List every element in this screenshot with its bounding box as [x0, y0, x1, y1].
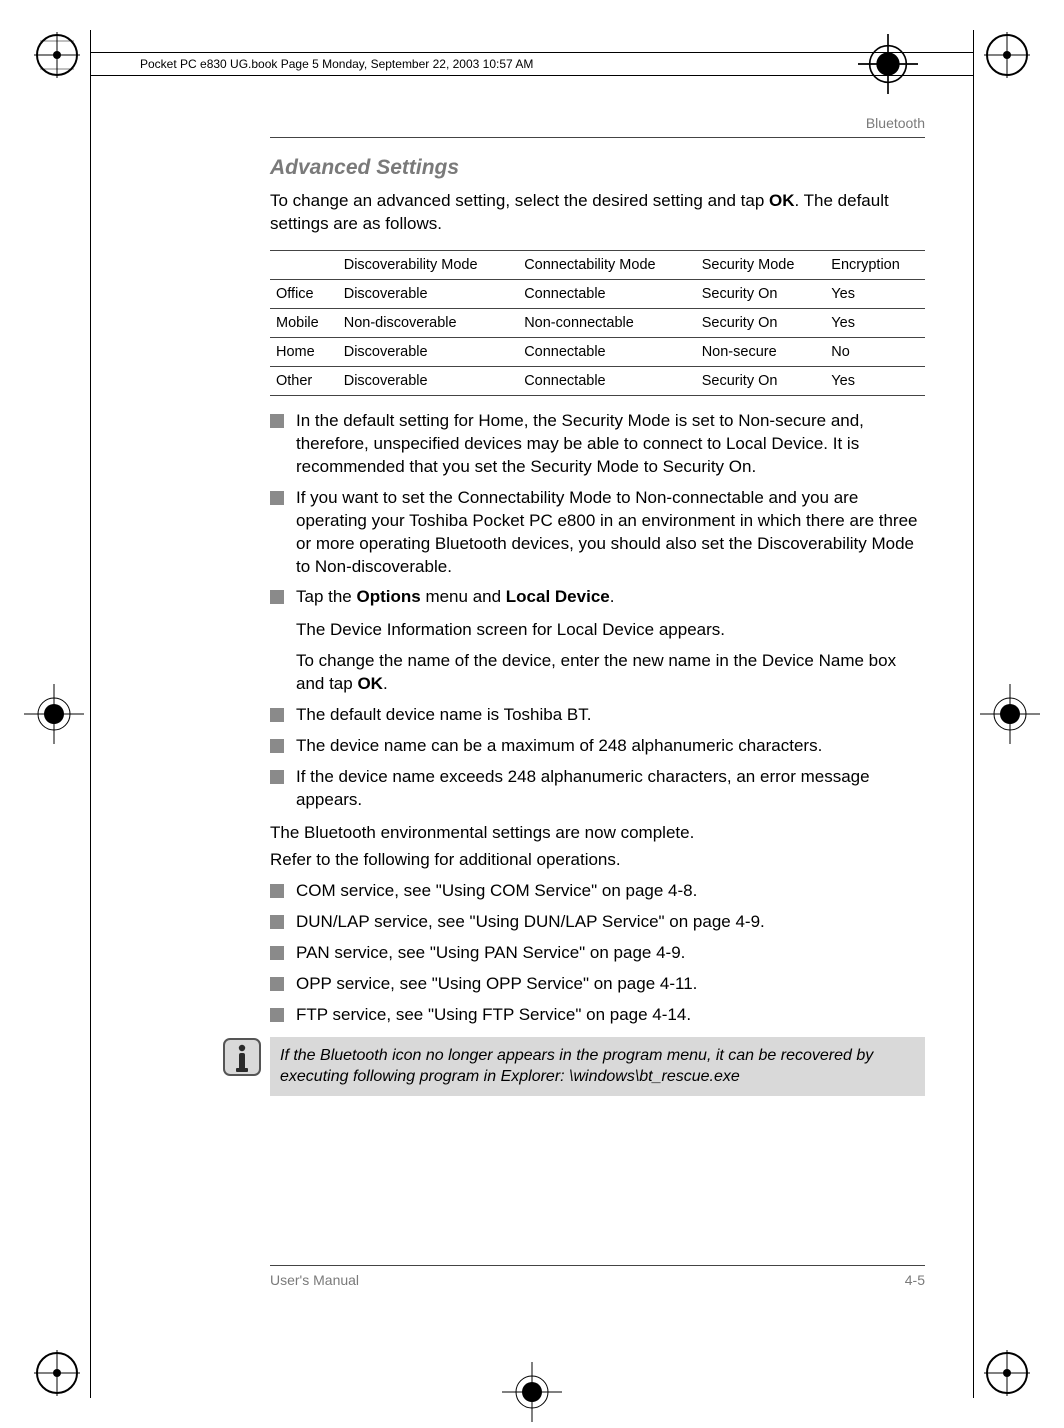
print-mark-top-left — [34, 32, 80, 78]
cross-mark-right — [980, 684, 1040, 744]
square-bullet-icon — [270, 708, 284, 722]
info-text: If the Bluetooth icon no longer appears … — [270, 1037, 925, 1096]
footer-left: User's Manual — [270, 1272, 359, 1288]
info-icon — [222, 1037, 262, 1077]
page-footer: User's Manual 4-5 — [270, 1265, 925, 1288]
square-bullet-icon — [270, 590, 284, 604]
list-item: COM service, see "Using COM Service" on … — [270, 880, 925, 903]
bullet-list-1: In the default setting for Home, the Sec… — [270, 410, 925, 610]
square-bullet-icon — [270, 491, 284, 505]
col-encryption: Encryption — [825, 250, 925, 279]
col-connectability: Connectability Mode — [518, 250, 696, 279]
para-complete: The Bluetooth environmental settings are… — [270, 822, 925, 845]
settings-table: Discoverability Mode Connectability Mode… — [270, 250, 925, 396]
print-mark-top-right — [984, 32, 1030, 78]
sub-text-1: The Device Information screen for Local … — [296, 619, 925, 642]
sub-text-2: To change the name of the device, enter … — [296, 650, 925, 696]
list-item: FTP service, see "Using FTP Service" on … — [270, 1004, 925, 1027]
square-bullet-icon — [270, 884, 284, 898]
table-header-row: Discoverability Mode Connectability Mode… — [270, 250, 925, 279]
square-bullet-icon — [270, 946, 284, 960]
square-bullet-icon — [270, 1008, 284, 1022]
print-mark-bottom-left — [34, 1350, 80, 1396]
table-row: Other Discoverable Connectable Security … — [270, 366, 925, 395]
para-refer: Refer to the following for additional op… — [270, 849, 925, 872]
cross-mark-left — [24, 684, 84, 744]
intro-text: To change an advanced setting, select th… — [270, 190, 925, 236]
square-bullet-icon — [270, 739, 284, 753]
running-header: Pocket PC e830 UG.book Page 5 Monday, Se… — [90, 52, 974, 76]
list-item: In the default setting for Home, the Sec… — [270, 410, 925, 479]
list-item: The default device name is Toshiba BT. — [270, 704, 925, 727]
list-item: The device name can be a maximum of 248 … — [270, 735, 925, 758]
list-item: Tap the Options menu and Local Device. — [270, 586, 925, 609]
running-head-text: Pocket PC e830 UG.book Page 5 Monday, Se… — [140, 57, 533, 71]
square-bullet-icon — [270, 977, 284, 991]
square-bullet-icon — [270, 770, 284, 784]
table-row: Home Discoverable Connectable Non-secure… — [270, 337, 925, 366]
list-item: If the device name exceeds 248 alphanume… — [270, 766, 925, 812]
col-security: Security Mode — [696, 250, 826, 279]
footer-right: 4-5 — [905, 1272, 925, 1288]
page-frame: Pocket PC e830 UG.book Page 5 Monday, Se… — [90, 30, 974, 1398]
list-item: If you want to set the Connectability Mo… — [270, 487, 925, 579]
table-row: Mobile Non-discoverable Non-connectable … — [270, 308, 925, 337]
list-item: DUN/LAP service, see "Using DUN/LAP Serv… — [270, 911, 925, 934]
list-item: OPP service, see "Using OPP Service" on … — [270, 973, 925, 996]
content-area: Bluetooth Advanced Settings To change an… — [270, 115, 925, 1096]
square-bullet-icon — [270, 915, 284, 929]
square-bullet-icon — [270, 414, 284, 428]
section-title: Advanced Settings — [270, 156, 925, 180]
info-callout: If the Bluetooth icon no longer appears … — [222, 1037, 925, 1096]
breadcrumb: Bluetooth — [270, 115, 925, 131]
table-row: Office Discoverable Connectable Security… — [270, 279, 925, 308]
bullet-list-3: COM service, see "Using COM Service" on … — [270, 880, 925, 1027]
header-divider — [270, 137, 925, 138]
col-discoverability: Discoverability Mode — [338, 250, 518, 279]
bullet-list-2: The default device name is Toshiba BT. T… — [270, 704, 925, 812]
print-mark-bottom-right — [984, 1350, 1030, 1396]
list-item: PAN service, see "Using PAN Service" on … — [270, 942, 925, 965]
col-blank — [270, 250, 338, 279]
